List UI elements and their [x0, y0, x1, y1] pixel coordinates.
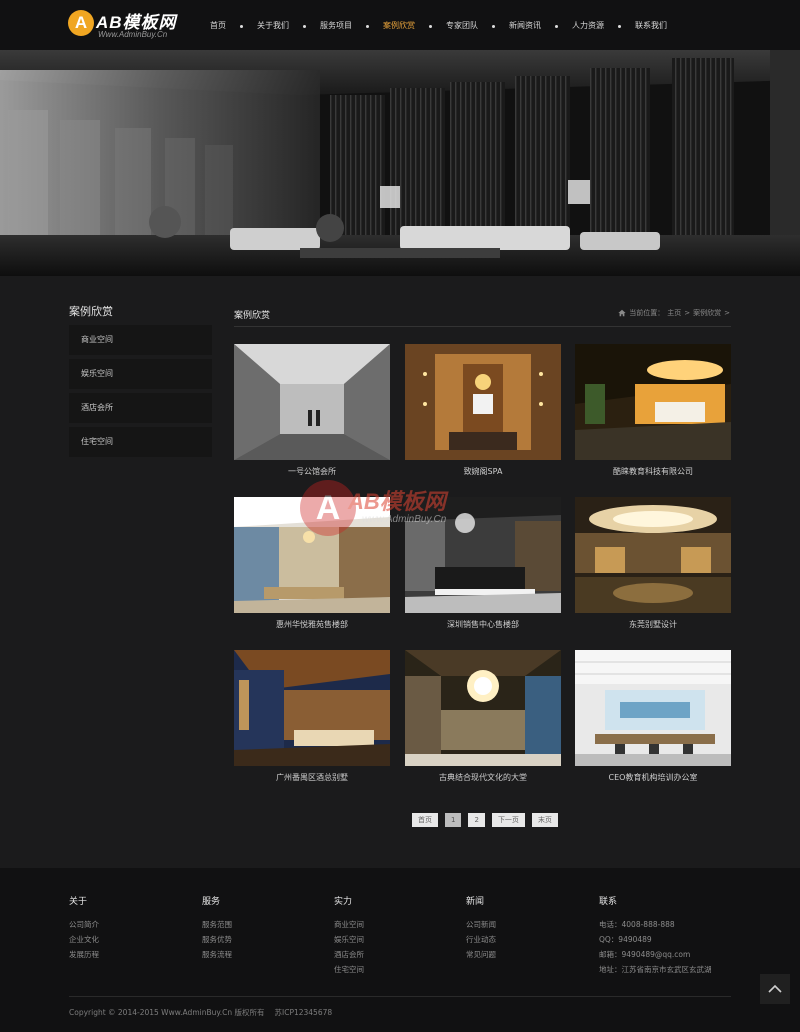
case-card[interactable]: 致婉阁SPA	[405, 344, 561, 477]
case-card[interactable]: 广州番禺区酒总别墅	[234, 650, 390, 783]
case-thumbnail-image[interactable]	[234, 650, 390, 766]
footer-column-title: 联系	[599, 897, 618, 907]
nav-item[interactable]: 案例欣赏	[369, 18, 429, 34]
footer-link[interactable]: 娱乐空间	[334, 932, 364, 947]
case-caption[interactable]: 致婉阁SPA	[405, 466, 561, 477]
nav-item[interactable]: 服务项目	[306, 18, 366, 34]
footer-column-title: 关于	[69, 897, 88, 907]
case-thumbnail-image[interactable]	[575, 344, 731, 460]
footer-link[interactable]: 服务流程	[202, 947, 232, 962]
footer-divider	[69, 996, 731, 997]
footer-column: 联系电话：4008-888-888 QQ：9490489 邮箱：9490489@qq…	[599, 894, 712, 977]
footer-link[interactable]: 公司简介	[69, 917, 99, 932]
footer-link[interactable]: 商业空间	[334, 917, 364, 932]
case-thumbnail-image[interactable]	[575, 497, 731, 613]
nav-item[interactable]: 人力资源	[558, 18, 618, 34]
chevron-up-icon	[768, 984, 782, 993]
footer-column: 实力商业空间 娱乐空间 酒店会所 住宅空间	[334, 894, 364, 977]
nav-item[interactable]: 关于我们	[243, 18, 303, 34]
case-card[interactable]: CEO教育机构培训办公室	[575, 650, 731, 783]
case-caption[interactable]: 一号公馆会所	[234, 466, 390, 477]
case-caption[interactable]: 东莞别墅设计	[575, 619, 731, 630]
sidebar-item[interactable]: 娱乐空间	[69, 359, 212, 389]
footer-column-title: 服务	[202, 897, 221, 907]
breadcrumb-prefix: 当前位置：	[629, 309, 665, 317]
footer-column: 服务服务范围 服务优势 服务流程	[202, 894, 232, 962]
case-caption[interactable]: 古典结合现代文化的大堂	[405, 772, 561, 783]
breadcrumb-current[interactable]: 案例欣赏	[693, 308, 721, 318]
footer-link[interactable]: 常见问题	[466, 947, 496, 962]
title-divider	[234, 326, 731, 327]
footer-link[interactable]: 发展历程	[69, 947, 99, 962]
footer-link[interactable]: 企业文化	[69, 932, 99, 947]
copyright-text: Copyright © 2014-2015 Www.AdminBuy.Cn 版权…	[69, 1008, 265, 1017]
footer-link[interactable]: 服务优势	[202, 932, 232, 947]
pagination-button[interactable]: 1	[445, 813, 462, 827]
watermark-text: AB模板网	[348, 489, 446, 514]
case-thumbnail-image[interactable]	[234, 344, 390, 460]
watermark-subtext: www.AdminBuy.Cn	[362, 514, 447, 525]
pagination-button[interactable]: 2	[468, 813, 485, 827]
footer-link: 电话：4008-888-888	[599, 920, 675, 929]
footer-link[interactable]: 公司新闻	[466, 917, 496, 932]
nav-item[interactable]: 首页	[196, 18, 240, 34]
footer-link[interactable]: 行业动态	[466, 932, 496, 947]
breadcrumb: 当前位置： 主页 > 案例欣赏 >	[618, 308, 730, 318]
footer-link: 地址：江苏省南京市玄武区玄武湖	[599, 965, 712, 974]
case-thumbnail-image[interactable]	[405, 344, 561, 460]
watermark: AB模板网 www.AdminBuy.Cn	[300, 480, 510, 550]
case-thumbnail-image[interactable]	[405, 650, 561, 766]
back-to-top-button[interactable]	[760, 974, 790, 1004]
footer-link: QQ：9490489	[599, 935, 652, 944]
footer-column-title: 实力	[334, 897, 353, 907]
sidebar-item[interactable]: 住宅空间	[69, 427, 212, 457]
nav-item[interactable]: 专家团队	[432, 18, 492, 34]
nav-item[interactable]: 新闻资讯	[495, 18, 555, 34]
sidebar-title: 案例欣赏	[69, 305, 113, 318]
site-logo[interactable]: AB模板网 Www.AdminBuy.Cn	[68, 8, 178, 42]
breadcrumb-separator: >	[724, 309, 730, 317]
footer-column: 关于公司简介 企业文化 发展历程	[69, 894, 99, 962]
breadcrumb-home[interactable]: 主页	[667, 308, 681, 318]
footer-link: 邮箱：9490489@qq.com	[599, 950, 691, 959]
case-caption[interactable]: 深圳销售中心售楼部	[405, 619, 561, 630]
case-card[interactable]: 一号公馆会所	[234, 344, 390, 477]
site-footer: 关于公司简介 企业文化 发展历程 服务服务范围 服务优势 服务流程 实力商业空间 娱乐空间 酒店…	[0, 868, 800, 1032]
pagination-button[interactable]: 末页	[531, 813, 558, 827]
case-card[interactable]: 东莞别墅设计	[575, 497, 731, 630]
footer-column-title: 新闻	[466, 897, 485, 907]
banner-interior-illustration	[0, 50, 800, 276]
footer-link[interactable]: 酒店会所	[334, 947, 364, 962]
icp-number[interactable]: 苏ICP12345678	[275, 1007, 333, 1018]
sidebar-item[interactable]: 商业空间	[69, 325, 212, 355]
case-caption[interactable]: CEO教育机构培训办公室	[575, 772, 731, 783]
home-icon	[618, 309, 626, 317]
pagination-button[interactable]: 首页	[412, 813, 438, 827]
case-caption[interactable]: 惠州华悦雅苑售楼部	[234, 619, 390, 630]
case-card[interactable]: 酷睐教育科技有限公司	[575, 344, 731, 477]
nav-item[interactable]: 联系我们	[621, 18, 681, 34]
logo-mark-icon	[68, 10, 94, 36]
case-card[interactable]: 古典结合现代文化的大堂	[405, 650, 561, 783]
case-caption[interactable]: 酷睐教育科技有限公司	[575, 466, 731, 477]
logo-subtitle: Www.AdminBuy.Cn	[98, 30, 168, 39]
sidebar-item[interactable]: 酒店会所	[69, 393, 212, 423]
page-title: 案例欣赏	[234, 311, 271, 321]
case-caption[interactable]: 广州番禺区酒总别墅	[234, 772, 390, 783]
pagination-button[interactable]: 下一页	[491, 813, 525, 827]
footer-link[interactable]: 住宅空间	[334, 962, 364, 977]
copyright-bar: Copyright © 2014-2015 Www.AdminBuy.Cn 版权…	[69, 1007, 332, 1018]
sidebar-menu: 商业空间娱乐空间酒店会所住宅空间	[69, 325, 212, 461]
breadcrumb-separator: >	[684, 309, 691, 317]
case-thumbnail-image[interactable]	[575, 650, 731, 766]
main-nav: 首页 关于我们 服务项目 案例欣赏 专家团队 新闻资讯 人力资源 联系我们	[196, 18, 681, 34]
footer-link[interactable]: 服务范围	[202, 917, 232, 932]
site-header: AB模板网 Www.AdminBuy.Cn 首页关于我们服务项目案例欣赏专家团队…	[0, 0, 800, 50]
pagination: 首页 1 2 下一页 末页	[412, 813, 558, 827]
banner-image	[0, 50, 800, 276]
footer-column: 新闻公司新闻 行业动态 常见问题	[466, 894, 496, 962]
